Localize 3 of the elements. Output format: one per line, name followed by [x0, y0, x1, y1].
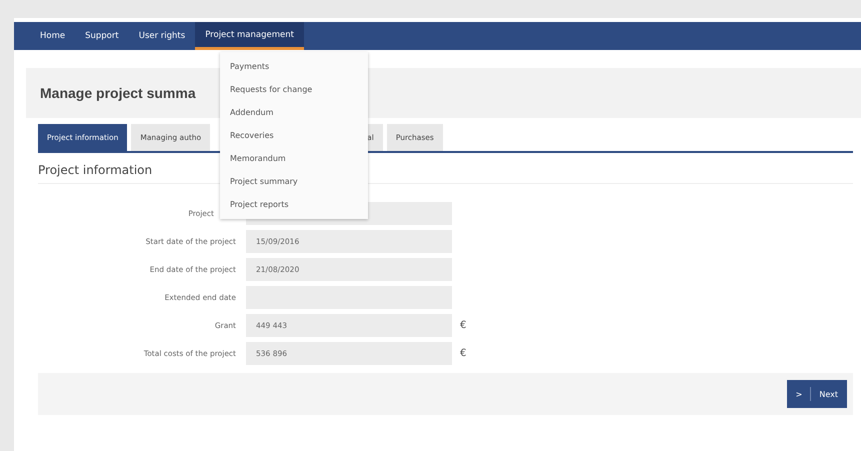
page-title: Manage project summa: [40, 85, 196, 101]
currency-symbol: €: [460, 348, 466, 359]
currency-symbol: €: [460, 320, 466, 331]
